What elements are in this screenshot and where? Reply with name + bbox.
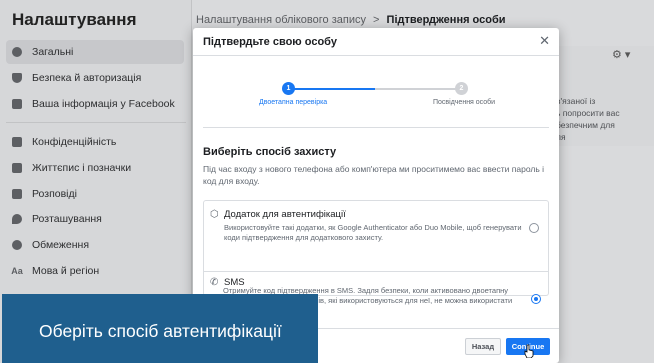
caption-banner: Оберіть спосіб автентифікації	[2, 294, 318, 363]
step-1-dot: 1	[282, 82, 295, 95]
breadcrumb-parent[interactable]: Налаштування облікового запису	[196, 14, 366, 26]
sidebar-item-label: Мова й регіон	[32, 265, 100, 277]
block-user-icon	[6, 240, 28, 250]
sidebar-item-label: Життєпис і позначки	[32, 162, 132, 174]
breadcrumb: Налаштування облікового запису > Підтвер…	[196, 14, 506, 26]
back-button[interactable]: Назад	[465, 338, 501, 355]
sidebar-item-privacy[interactable]: Конфіденційність	[6, 130, 184, 154]
method-options: ⬡ Додаток для автентифікації Використову…	[203, 200, 549, 296]
step-track-done	[289, 88, 375, 90]
step-2-dot: 2	[455, 82, 468, 95]
section-description: Під час входу з нового телефона або комп…	[203, 164, 545, 186]
option-description: Використовуйте такі додатки, як Google A…	[224, 223, 522, 242]
authenticator-radio[interactable]	[529, 223, 539, 233]
divider	[203, 127, 549, 128]
sidebar-item-label: Обмеження	[32, 239, 90, 251]
location-pin-icon	[6, 214, 28, 224]
sidebar-item-blocking[interactable]: Обмеження	[6, 233, 184, 257]
sidebar-item-general[interactable]: Загальні	[6, 40, 184, 64]
sidebar-item-label: Безпека й авторизація	[32, 72, 142, 84]
sidebar-item-label: Ваша інформація у Facebook	[32, 98, 175, 110]
sms-radio[interactable]	[531, 294, 541, 304]
phone-icon: ✆	[210, 277, 219, 288]
sidebar-item-language[interactable]: Aa Мова й регіон	[6, 259, 184, 283]
step-1-label: Двоетапна перевірка	[259, 99, 328, 106]
hand-cursor-icon	[524, 344, 534, 358]
sidebar-item-security[interactable]: Безпека й авторизація	[6, 66, 184, 90]
option-title: Додаток для автентифікації	[224, 209, 346, 220]
sidebar-item-label: Розташування	[32, 213, 102, 225]
sidebar-item-stories[interactable]: Розповіді	[6, 182, 184, 206]
info-grid-icon	[6, 99, 28, 109]
sidebar-item-label: Розповіді	[32, 188, 77, 200]
sidebar-item-location[interactable]: Розташування	[6, 207, 184, 231]
close-icon[interactable]: ✕	[539, 33, 550, 49]
panel-text-line: ь попросити вас	[556, 108, 620, 118]
gear-icon	[6, 47, 28, 57]
option-authenticator-app[interactable]: ⬡ Додаток для автентифікації Використову…	[204, 201, 548, 271]
breadcrumb-current: Підтвердження особи	[386, 14, 506, 26]
shield-icon	[6, 73, 28, 83]
caption-text: Оберіть спосіб автентифікації	[39, 321, 282, 341]
sidebar-divider	[6, 122, 186, 123]
dialog-title: Підтвердьте свою особу	[193, 28, 559, 56]
sidebar-item-your-info[interactable]: Ваша інформація у Facebook	[6, 92, 184, 116]
sidebar-title: Налаштування	[12, 10, 137, 29]
language-icon: Aa	[11, 266, 23, 276]
cube-icon: ⬡	[210, 209, 219, 220]
section-title: Виберіть спосіб захисту	[203, 146, 337, 158]
sidebar-item-timeline[interactable]: Життєпис і позначки	[6, 156, 184, 180]
book-icon	[6, 189, 28, 199]
progress-steps: 1 2 Двоетапна перевірка Посвідчення особ…	[193, 80, 559, 130]
breadcrumb-separator: >	[373, 14, 380, 26]
panel-text-line: безпечним для	[556, 120, 615, 130]
sidebar-item-label: Загальні	[32, 46, 74, 58]
panel-text-line: в'язаної із	[556, 96, 596, 106]
gear-menu-icon[interactable]: ⚙ ▾	[612, 48, 630, 61]
lock-icon	[6, 137, 28, 147]
sidebar-item-label: Конфіденційність	[32, 136, 117, 148]
step-2-label: Посвідчення особи	[433, 99, 496, 106]
profile-tag-icon	[6, 163, 28, 173]
